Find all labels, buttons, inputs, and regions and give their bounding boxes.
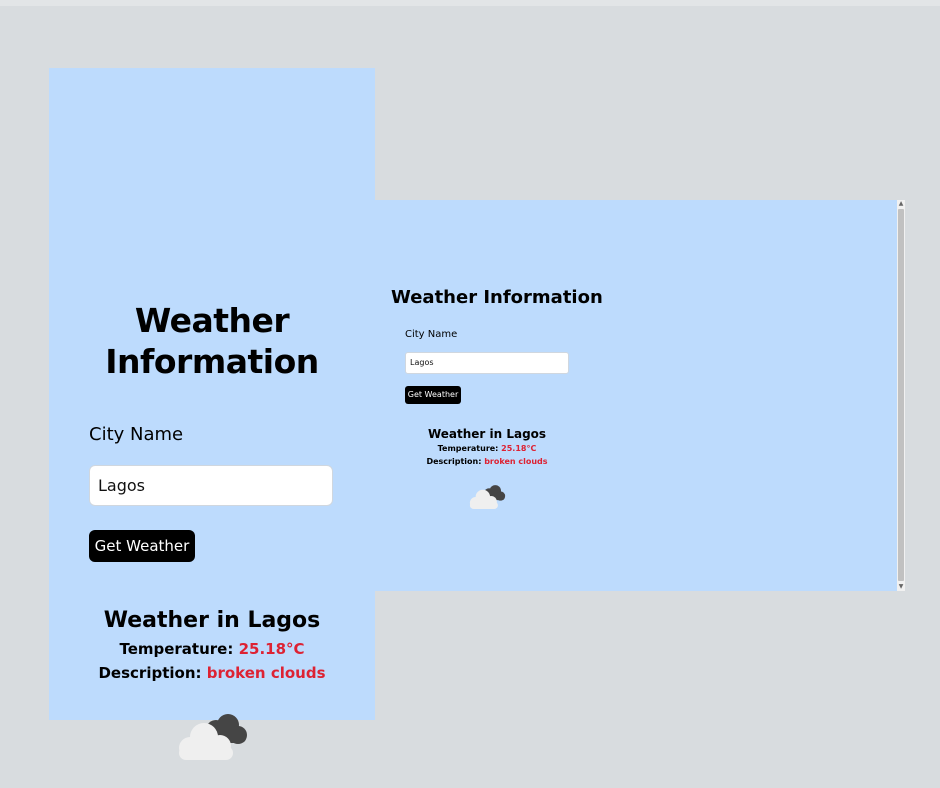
city-name-input[interactable]: Lagos xyxy=(89,465,333,506)
temperature-line: Temperature: 25.18°C xyxy=(49,638,375,660)
get-weather-button[interactable]: Get Weather xyxy=(405,386,461,404)
description-line: Description: broken clouds xyxy=(407,456,567,468)
desktop-preview-panel: Weather Information City Name Lagos Get … xyxy=(375,200,897,591)
scroll-up-arrow-icon[interactable]: ▲ xyxy=(897,200,905,208)
description-line: Description: broken clouds xyxy=(49,662,375,684)
description-label: Description: xyxy=(426,457,485,466)
city-name-label: City Name xyxy=(89,424,184,445)
scroll-down-arrow-icon[interactable]: ▼ xyxy=(897,583,905,591)
temperature-value: 25.18°C xyxy=(501,444,537,453)
city-name-input[interactable]: Lagos xyxy=(405,352,569,374)
description-value: broken clouds xyxy=(206,664,326,682)
broken-clouds-icon xyxy=(179,714,247,760)
top-edge-strip xyxy=(0,0,940,6)
scrollbar-thumb[interactable] xyxy=(898,209,904,581)
description-value: broken clouds xyxy=(484,457,548,466)
weather-result-title: Weather in Lagos xyxy=(103,608,321,633)
page-title: Weather Information xyxy=(105,301,319,381)
temperature-label: Temperature: xyxy=(437,444,502,453)
get-weather-button[interactable]: Get Weather xyxy=(89,530,195,562)
broken-clouds-icon xyxy=(469,485,506,509)
weather-result-title: Weather in Lagos xyxy=(427,427,547,441)
city-name-label: City Name xyxy=(405,329,458,340)
temperature-value: 25.18°C xyxy=(238,640,305,658)
temperature-label: Temperature: xyxy=(119,640,239,658)
mobile-preview-panel: Weather Information City Name Lagos Get … xyxy=(49,68,375,760)
page-title: Weather Information xyxy=(391,287,603,308)
temperature-line: Temperature: 25.18°C xyxy=(407,443,567,455)
vertical-scrollbar[interactable]: ▲ ▼ xyxy=(897,200,905,591)
description-label: Description: xyxy=(98,664,207,682)
